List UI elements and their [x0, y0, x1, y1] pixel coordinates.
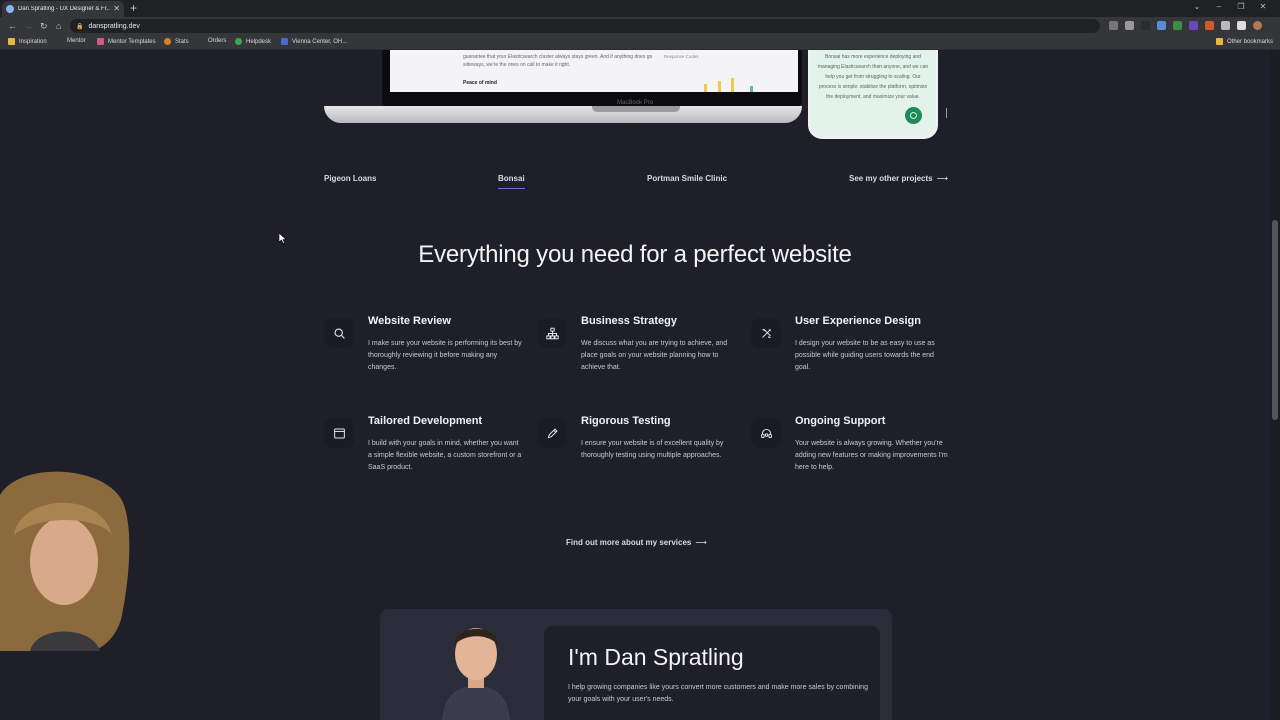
- phone-body-text: Bonsai has more experience deploying and…: [817, 54, 929, 100]
- address-row: ← → ↻ ⌂ 🔒 danspratling.dev: [0, 17, 1280, 35]
- laptop-chart-bar: [731, 78, 734, 92]
- laptop-brand: MacBook Pro: [617, 100, 654, 106]
- tab-title: Dan Spratling - UX Designer & Fr...: [18, 6, 111, 12]
- page-scrollbar[interactable]: [1270, 50, 1280, 720]
- close-tab-icon[interactable]: ✕: [113, 5, 120, 13]
- laptop-base: [324, 106, 802, 123]
- laptop-chart-bar: [750, 86, 753, 92]
- figma-icon: [97, 38, 104, 45]
- folder-icon: [8, 38, 15, 45]
- profile-avatar[interactable]: [1253, 21, 1262, 30]
- webcam-overlay: [0, 471, 130, 651]
- service-description: We discuss what you are trying to achiev…: [581, 340, 728, 371]
- project-tab-portman-smile-clinic[interactable]: Portman Smile Clinic: [647, 174, 727, 183]
- extension-icon[interactable]: [1205, 21, 1214, 30]
- bookmark-item[interactable]: Orders: [208, 38, 226, 44]
- folder-icon: [1216, 38, 1223, 45]
- new-tab-icon[interactable]: +: [130, 1, 137, 15]
- forward-icon[interactable]: →: [24, 20, 33, 32]
- service-title: User Experience Design: [795, 315, 921, 327]
- extension-icon[interactable]: [1189, 21, 1198, 30]
- bookmark-item[interactable]: Mentor: [67, 38, 86, 44]
- about-name: I'm Dan Spratling: [568, 644, 744, 670]
- service-title: Ongoing Support: [795, 415, 886, 427]
- share-icon[interactable]: [1109, 21, 1118, 30]
- sidebar-icon[interactable]: [1237, 21, 1246, 30]
- back-icon[interactable]: ←: [8, 20, 17, 32]
- tab-strip: Dan Spratling - UX Designer & Fr... ✕ + …: [0, 0, 1280, 17]
- mouse-cursor-icon: [279, 233, 287, 244]
- design-tools-icon: [751, 318, 781, 348]
- extension-icons: [1109, 21, 1262, 30]
- helpdesk-icon: [235, 38, 242, 45]
- restore-icon[interactable]: ❐: [1230, 2, 1252, 11]
- puzzle-icon[interactable]: [1221, 21, 1230, 30]
- project-tab-pigeon-loans[interactable]: Pigeon Loans: [324, 174, 376, 183]
- bookmark-item[interactable]: Helpdesk: [235, 38, 271, 45]
- services-heading: Everything you need for a perfect websit…: [418, 241, 852, 268]
- service-description: I build with your goals in mind, whether…: [368, 440, 522, 471]
- sitemap-icon: [537, 318, 567, 348]
- map-icon: [281, 38, 288, 45]
- find-out-more-services-link[interactable]: Find out more about my services ⟶: [566, 538, 707, 547]
- arrow-right-icon: ⟶: [936, 174, 949, 183]
- page-content: guarantee that your Elasticsearch cluste…: [0, 50, 1280, 720]
- service-description: I ensure your website is of excellent qu…: [581, 440, 724, 459]
- service-title: Business Strategy: [581, 315, 677, 327]
- see-other-projects-label: See my other projects: [849, 174, 933, 183]
- browser-tab[interactable]: Dan Spratling - UX Designer & Fr... ✕: [2, 1, 124, 17]
- service-title: Rigorous Testing: [581, 415, 671, 427]
- address-bar[interactable]: 🔒 danspratling.dev: [70, 19, 1100, 33]
- support-icon: [751, 418, 781, 448]
- search-icon: [324, 318, 354, 348]
- bookmarks-bar: Inspiration Mentor Mentor Templates Stat…: [0, 35, 1280, 50]
- scrollbar-thumb[interactable]: [1272, 220, 1278, 420]
- laptop-chart-bar: [704, 84, 707, 92]
- favicon-icon: [6, 5, 14, 13]
- bookmark-item[interactable]: Mentor Templates: [97, 38, 156, 45]
- service-title: Tailored Development: [368, 415, 483, 427]
- laptop-notch: [592, 106, 680, 112]
- laptop-heading: Peace of mind: [463, 80, 497, 86]
- chevron-down-icon[interactable]: ⌄: [1186, 2, 1208, 11]
- extension-icon[interactable]: [1173, 21, 1182, 30]
- arrow-right-icon: ⟶: [695, 538, 707, 547]
- service-description: I make sure your website is performing i…: [368, 340, 522, 371]
- service-description: Your website is always growing. Whether …: [795, 440, 948, 471]
- lock-icon: 🔒: [76, 23, 84, 30]
- service-description: I design your website to be as easy to u…: [795, 340, 935, 371]
- see-other-projects-link[interactable]: See my other projects ⟶: [849, 174, 948, 183]
- laptop-chart-bar: [718, 81, 721, 92]
- url-text: danspratling.dev: [88, 22, 140, 30]
- browser-window-icon: [324, 418, 354, 448]
- bookmark-item[interactable]: Vienna Center, OH...: [281, 38, 347, 45]
- window-controls: ⌄ – ❐ ✕: [1186, 2, 1274, 11]
- home-icon[interactable]: ⌂: [56, 20, 61, 32]
- phone-side-button: [946, 108, 947, 118]
- project-tab-bonsai[interactable]: Bonsai: [498, 174, 525, 189]
- bookmark-item[interactable]: Inspiration: [8, 38, 47, 45]
- chat-bubble-icon: [905, 107, 922, 124]
- bookmark-item[interactable]: Stats: [164, 38, 189, 45]
- about-description: I help growing companies like yours conv…: [568, 684, 868, 703]
- window-close-icon[interactable]: ✕: [1252, 2, 1274, 11]
- laptop-body-text: guarantee that your Elasticsearch cluste…: [463, 54, 653, 68]
- portrait-photo: [434, 616, 518, 720]
- bookmark-item[interactable]: Other bookmarks: [1216, 38, 1273, 45]
- extension-icon[interactable]: [1141, 21, 1150, 30]
- extension-icon[interactable]: [1157, 21, 1166, 30]
- laptop-chart-label: Response Codes: [664, 54, 699, 59]
- reload-icon[interactable]: ↻: [40, 20, 48, 32]
- browser-chrome: Dan Spratling - UX Designer & Fr... ✕ + …: [0, 0, 1280, 50]
- find-out-more-label: Find out more about my services: [566, 538, 692, 547]
- minimize-icon[interactable]: –: [1208, 2, 1230, 11]
- star-icon[interactable]: [1125, 21, 1134, 30]
- service-title: Website Review: [368, 315, 451, 327]
- pencil-icon: [537, 418, 567, 448]
- stats-icon: [164, 38, 171, 45]
